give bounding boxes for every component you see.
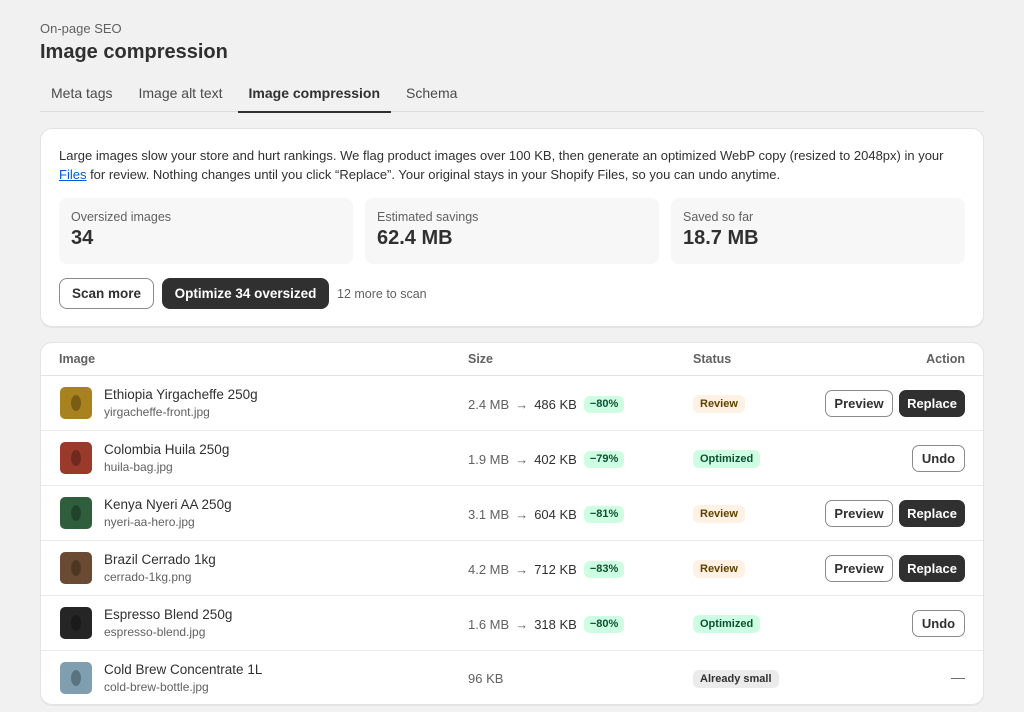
table-row: Ethiopia Yirgacheffe 250g yirgacheffe-fro… xyxy=(41,376,983,431)
product-name: Brazil Cerrado 1kg xyxy=(104,552,216,567)
file-name: huila-bag.jpg xyxy=(104,460,173,474)
original-size: 1.9 MB xyxy=(468,452,510,467)
product-thumbnail xyxy=(60,607,92,639)
optimized-size: 712 KB xyxy=(534,562,577,577)
savings-badge: −81% xyxy=(583,506,625,523)
optimized-size: 604 KB xyxy=(534,507,577,522)
tab-image-compression[interactable]: Image compression xyxy=(237,78,392,113)
product-name: Cold Brew Concentrate 1L xyxy=(104,662,263,677)
status-badge: Review xyxy=(693,505,745,523)
replace-button[interactable]: Replace xyxy=(899,555,965,582)
replace-button[interactable]: Replace xyxy=(899,390,965,417)
stat-estimated-savings: Estimated savings 62.4 MB xyxy=(365,198,659,264)
intro-text-before: Large images slow your store and hurt ra… xyxy=(59,148,944,163)
file-name: nyeri-aa-hero.jpg xyxy=(104,515,195,529)
table-row: Cold Brew Concentrate 1L cold-brew-bottle… xyxy=(41,651,983,704)
arrow-right-icon: → xyxy=(515,617,529,632)
size-cell: 96 KB xyxy=(468,671,503,686)
intro-text: Large images slow your store and hurt ra… xyxy=(59,146,969,184)
stat-oversized-images: Oversized images 34 xyxy=(59,198,353,264)
replace-button[interactable]: Replace xyxy=(899,500,965,527)
file-name: cold-brew-bottle.jpg xyxy=(104,680,209,694)
table-row: Kenya Nyeri AA 250g nyeri-aa-hero.jpg 3.1 … xyxy=(41,486,983,541)
undo-button[interactable]: Undo xyxy=(912,445,965,472)
file-name: cerrado-1kg.png xyxy=(104,570,192,584)
product-thumbnail xyxy=(60,662,92,694)
product-name: Espresso Blend 250g xyxy=(104,607,233,622)
preview-button[interactable]: Preview xyxy=(825,555,893,582)
status-badge: Review xyxy=(693,395,745,413)
tab-schema[interactable]: Schema xyxy=(395,78,468,112)
optimized-size: 402 KB xyxy=(534,452,577,467)
savings-badge: −80% xyxy=(583,396,625,413)
size-cell: 3.1 MB → 604 KB −81% xyxy=(468,506,625,523)
files-link[interactable]: Files xyxy=(59,167,86,182)
page-title: Image compression xyxy=(40,41,228,63)
size-cell: 2.4 MB → 486 KB −80% xyxy=(468,396,625,413)
tab-bar: Meta tags Image alt text Image compressi… xyxy=(40,78,984,113)
arrow-right-icon: → xyxy=(515,562,529,577)
intro-text-after: for review. Nothing changes until you cl… xyxy=(86,167,781,182)
savings-badge: −79% xyxy=(583,451,625,468)
table-row: Brazil Cerrado 1kg cerrado-1kg.png 4.2 MB →… xyxy=(41,541,983,596)
original-size: 3.1 MB xyxy=(468,507,510,522)
preview-button[interactable]: Preview xyxy=(825,500,893,527)
page-eyebrow: On-page SEO xyxy=(40,21,122,36)
savings-badge: −83% xyxy=(583,561,625,578)
status-badge: Already small xyxy=(693,670,779,688)
original-size: 1.6 MB xyxy=(468,617,510,632)
optimize-oversized-button[interactable]: Optimize 34 oversized xyxy=(162,278,329,309)
images-table: Image Size Status Action Ethiopia Yirgac… xyxy=(40,342,984,705)
column-header-size: Size xyxy=(468,352,494,366)
file-name: espresso-blend.jpg xyxy=(104,625,206,639)
arrow-right-icon: → xyxy=(515,452,529,467)
product-name: Ethiopia Yirgacheffe 250g xyxy=(104,387,258,402)
size-cell: 1.9 MB → 402 KB −79% xyxy=(468,451,625,468)
original-size: 2.4 MB xyxy=(468,397,510,412)
scan-remaining-note: 12 more to scan xyxy=(337,287,427,301)
arrow-right-icon: → xyxy=(515,397,529,412)
file-name: yirgacheffe-front.jpg xyxy=(104,405,210,419)
summary-card: Large images slow your store and hurt ra… xyxy=(40,128,984,327)
product-thumbnail xyxy=(60,442,92,474)
original-size: 96 KB xyxy=(468,671,504,686)
column-header-image: Image xyxy=(59,352,96,366)
product-name: Kenya Nyeri AA 250g xyxy=(104,497,232,512)
product-name: Colombia Huila 250g xyxy=(104,442,230,457)
status-badge: Optimized xyxy=(693,450,761,468)
status-badge: Review xyxy=(693,560,745,578)
arrow-right-icon: → xyxy=(515,507,529,522)
preview-button[interactable]: Preview xyxy=(825,390,893,417)
stat-label: Saved so far xyxy=(683,210,754,224)
stat-saved-so-far: Saved so far 18.7 MB xyxy=(671,198,965,264)
savings-badge: −80% xyxy=(583,616,625,633)
optimized-size: 486 KB xyxy=(534,397,577,412)
stat-label: Estimated savings xyxy=(377,210,479,224)
size-cell: 1.6 MB → 318 KB −80% xyxy=(468,616,625,633)
table-row: Colombia Huila 250g huila-bag.jpg 1.9 MB → 4… xyxy=(41,431,983,486)
scan-more-button[interactable]: Scan more xyxy=(59,278,154,309)
product-thumbnail xyxy=(60,497,92,529)
table-header: Image Size Status Action xyxy=(41,343,983,376)
tab-image-alt-text[interactable]: Image alt text xyxy=(127,78,233,112)
optimized-size: 318 KB xyxy=(534,617,577,632)
original-size: 4.2 MB xyxy=(468,562,510,577)
stat-label: Oversized images xyxy=(71,210,172,224)
stat-value: 62.4 MB xyxy=(377,227,453,249)
undo-button[interactable]: Undo xyxy=(912,610,965,637)
size-cell: 4.2 MB → 712 KB −83% xyxy=(468,561,625,578)
product-thumbnail xyxy=(60,552,92,584)
no-action-dash: — xyxy=(951,669,965,685)
stat-value: 34 xyxy=(71,227,94,249)
stat-value: 18.7 MB xyxy=(683,227,759,249)
column-header-status: Status xyxy=(693,352,732,366)
table-row: Espresso Blend 250g espresso-blend.jpg 1.6… xyxy=(41,596,983,651)
column-header-action: Action xyxy=(926,352,965,366)
tab-meta-tags[interactable]: Meta tags xyxy=(40,78,123,112)
status-badge: Optimized xyxy=(693,615,761,633)
product-thumbnail xyxy=(60,387,92,419)
